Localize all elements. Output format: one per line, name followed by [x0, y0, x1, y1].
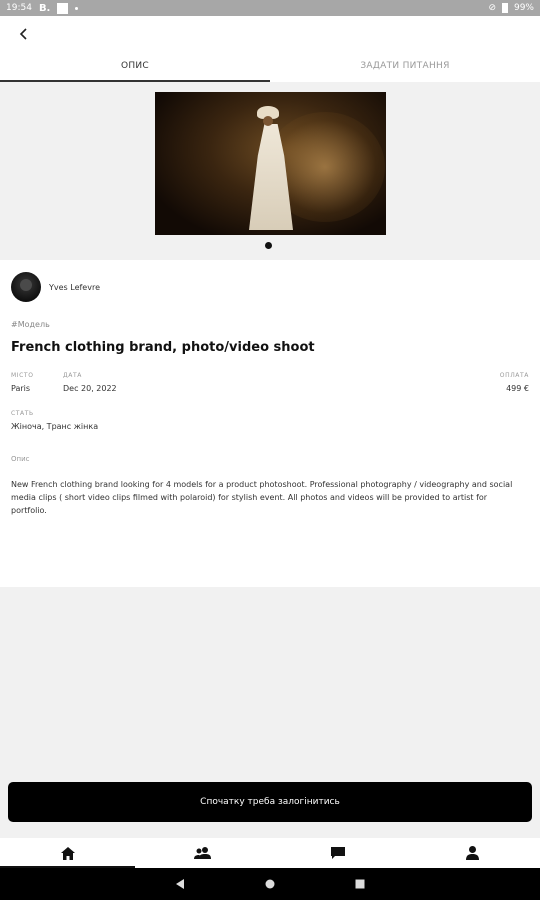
notification-square-icon	[57, 2, 69, 14]
date-value: Dec 20, 2022	[63, 384, 117, 393]
battery-icon	[501, 3, 508, 13]
media-carousel[interactable]	[0, 82, 540, 260]
system-recents-icon[interactable]	[355, 879, 365, 889]
nav-home[interactable]	[0, 838, 135, 868]
job-details: Yves Lefevre #Модель French clothing bra…	[0, 260, 540, 587]
system-navigation-bar	[0, 868, 540, 900]
author-row[interactable]: Yves Lefevre	[11, 272, 100, 302]
description-label: Опис	[11, 455, 30, 463]
login-required-button[interactable]: Спочатку треба залогінитись	[8, 782, 532, 822]
category-tag: #Модель	[11, 320, 50, 329]
pay-value: 499 €	[506, 384, 529, 393]
avatar[interactable]	[11, 272, 41, 302]
tab-ask-question[interactable]: ЗАДАТИ ПИТАННЯ	[270, 52, 540, 82]
notification-dot-icon	[75, 6, 79, 10]
system-home-icon[interactable]	[265, 879, 275, 889]
job-photo[interactable]	[155, 92, 386, 235]
chat-icon	[330, 846, 345, 859]
people-icon	[194, 847, 211, 859]
chevron-left-icon	[19, 28, 27, 40]
gender-label: СТАТЬ	[11, 410, 34, 417]
gender-value: Жіноча, Транс жінка	[11, 422, 99, 431]
system-back-icon[interactable]	[175, 879, 185, 889]
nav-profile[interactable]	[405, 838, 540, 868]
job-title: French clothing brand, photo/video shoot	[11, 340, 315, 355]
tab-bar: ОПИС ЗАДАТИ ПИТАННЯ	[0, 52, 540, 82]
app-header: ОПИС ЗАДАТИ ПИТАННЯ	[0, 16, 540, 82]
nav-people[interactable]	[135, 838, 270, 868]
status-bar: 19:54 B. ⊘ 99%	[0, 0, 540, 16]
date-label: ДАТА	[63, 372, 82, 379]
battery-level: 99%	[513, 3, 534, 13]
description-text: New French clothing brand looking for 4 …	[11, 480, 513, 515]
bottom-nav	[0, 838, 540, 868]
back-button[interactable]	[14, 24, 34, 44]
author-name[interactable]: Yves Lefevre	[49, 283, 100, 292]
app-notification: B.	[38, 2, 51, 14]
profile-icon	[466, 846, 479, 860]
no-sim-icon: ⊘	[488, 3, 496, 13]
pay-label: ОПЛАТА	[499, 372, 529, 379]
tab-description[interactable]: ОПИС	[0, 52, 270, 82]
place-label: МІСТО	[11, 372, 34, 379]
place-value: Paris	[11, 384, 31, 393]
carousel-indicator[interactable]	[265, 242, 272, 249]
home-icon	[60, 846, 75, 860]
status-time: 19:54	[6, 3, 32, 13]
nav-chat[interactable]	[270, 838, 405, 868]
photo-model-head	[263, 116, 273, 126]
